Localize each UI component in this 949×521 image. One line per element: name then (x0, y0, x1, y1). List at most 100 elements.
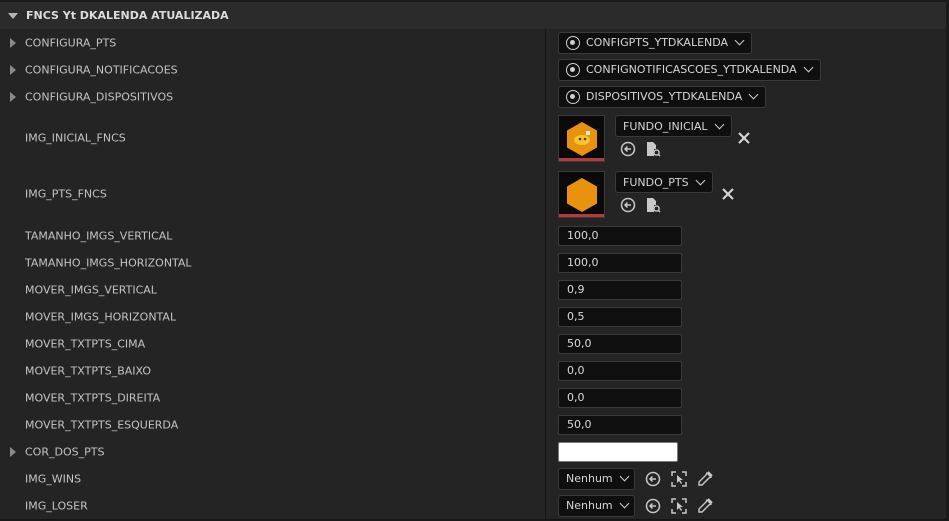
actor-combo-value: Nenhum (566, 472, 613, 485)
property-label: MOVER_TXTPTS_DIREITA (25, 391, 161, 404)
eyedropper-button[interactable] (696, 470, 714, 488)
actor-combo-value: Nenhum (566, 499, 613, 512)
property-row-mover-txtpts-direita: MOVER_TXTPTS_DIREITA 0,0 (0, 384, 946, 412)
browse-button[interactable] (644, 196, 662, 214)
asset-combo-value: CONFIGNOTIFICASCOES_YTDKALENDA (586, 63, 797, 76)
expand-arrow-icon[interactable] (10, 37, 16, 48)
actor-combo[interactable]: Nenhum (558, 494, 635, 517)
asset-icon (566, 35, 580, 50)
chevron-down-icon (748, 89, 759, 100)
use-selected-button[interactable] (619, 196, 637, 214)
chevron-down-icon (619, 471, 630, 482)
property-label: CONFIGURA_PTS (25, 36, 117, 49)
asset-icon (566, 89, 580, 104)
number-field[interactable]: 100,0 (558, 225, 682, 246)
property-label: MOVER_TXTPTS_ESQUERDA (25, 418, 179, 431)
property-label: MOVER_TXTPTS_CIMA (25, 337, 146, 350)
use-selected-icon (620, 141, 636, 157)
collapse-arrow-icon[interactable] (8, 12, 18, 19)
thumbnail-bar (559, 214, 604, 217)
property-label: CONFIGURA_NOTIFICACOES (25, 63, 178, 76)
property-row-mover-txtpts-baixo: MOVER_TXTPTS_BAIXO 0,0 (0, 357, 946, 385)
property-row-configura-pts: CONFIGURA_PTS CONFIGPTS_YTDKALENDA (0, 29, 946, 57)
property-row-tamanho-imgs-vertical: TAMANHO_IMGS_VERTICAL 100,0 (0, 222, 946, 250)
pick-actor-button[interactable] (670, 497, 688, 515)
property-label: MOVER_IMGS_VERTICAL (25, 283, 157, 296)
property-row-mover-txtpts-cima: MOVER_TXTPTS_CIMA 50,0 (0, 330, 946, 358)
chevron-down-icon (695, 175, 706, 185)
property-label: COR_DOS_PTS (25, 445, 105, 458)
number-field[interactable]: 0,0 (558, 360, 682, 381)
chevron-down-icon (734, 35, 745, 46)
number-field[interactable]: 0,5 (558, 306, 682, 327)
asset-combo[interactable]: DISPOSITIVOS_YTDKALENDA (558, 85, 767, 108)
texture-combo-value: FUNDO_PTS (623, 175, 689, 189)
section-header[interactable]: FNCS Yt DKALENDA ATUALIZADA (0, 2, 946, 30)
property-row-cor-dos-pts: COR_DOS_PTS (0, 438, 946, 466)
property-label: IMG_LOSER (25, 499, 88, 512)
use-selected-button[interactable] (644, 470, 662, 488)
property-label: CONFIGURA_DISPOSITIVOS (25, 90, 174, 103)
asset-combo-value: CONFIGPTS_YTDKALENDA (586, 36, 729, 49)
actor-combo[interactable]: Nenhum (558, 467, 635, 490)
eyedropper-icon (698, 498, 713, 513)
property-row-mover-imgs-horizontal: MOVER_IMGS_HORIZONTAL 0,5 (0, 303, 946, 331)
pick-actor-icon (671, 471, 687, 487)
asset-combo-value: DISPOSITIVOS_YTDKALENDA (586, 90, 743, 103)
property-row-img-wins: IMG_WINS Nenhum (0, 465, 946, 493)
expand-arrow-icon[interactable] (10, 446, 16, 457)
chevron-down-icon (803, 62, 814, 73)
use-selected-icon (645, 471, 661, 487)
close-icon[interactable] (721, 187, 735, 201)
number-field[interactable]: 0,9 (558, 279, 682, 300)
property-row-tamanho-imgs-horizontal: TAMANHO_IMGS_HORIZONTAL 100,0 (0, 249, 946, 277)
texture-combo[interactable]: FUNDO_INICIAL (615, 115, 732, 137)
image-thumbnail[interactable] (558, 115, 605, 162)
number-field[interactable]: 50,0 (558, 333, 682, 354)
property-label: TAMANHO_IMGS_HORIZONTAL (25, 256, 192, 269)
property-label: MOVER_IMGS_HORIZONTAL (25, 310, 177, 323)
property-label: TAMANHO_IMGS_VERTICAL (25, 229, 173, 242)
use-selected-button[interactable] (619, 140, 637, 158)
use-selected-button[interactable] (644, 497, 662, 515)
expand-arrow-icon[interactable] (10, 64, 16, 75)
property-row-mover-txtpts-esquerda: MOVER_TXTPTS_ESQUERDA 50,0 (0, 411, 946, 439)
image-thumbnail[interactable] (558, 171, 605, 218)
property-label: MOVER_TXTPTS_BAIXO (25, 364, 151, 377)
property-row-img-loser: IMG_LOSER Nenhum (0, 492, 946, 520)
color-swatch[interactable] (558, 441, 678, 462)
property-label: IMG_WINS (25, 472, 82, 485)
thumbnail-bar (559, 158, 604, 161)
browse-icon (647, 142, 661, 157)
pick-actor-button[interactable] (670, 470, 688, 488)
property-row-img-pts-fncs: IMG_PTS_FNCS FUNDO_PTS (0, 166, 946, 223)
asset-combo[interactable]: CONFIGNOTIFICASCOES_YTDKALENDA (558, 58, 821, 81)
property-label: IMG_INICIAL_FNCS (25, 131, 126, 145)
details-panel: FNCS Yt DKALENDA ATUALIZADA CONFIGURA_PT… (0, 0, 949, 521)
chevron-down-icon (619, 498, 630, 509)
hexagon-image-icon (567, 122, 597, 156)
property-row-configura-notificacoes: CONFIGURA_NOTIFICACOES CONFIGNOTIFICASCO… (0, 56, 946, 84)
texture-combo[interactable]: FUNDO_PTS (615, 171, 713, 193)
property-row-img-inicial-fncs: IMG_INICIAL_FNCS FUNDO_INICIAL (0, 110, 946, 167)
browse-icon (647, 198, 661, 213)
close-icon[interactable] (737, 131, 751, 145)
number-field[interactable]: 50,0 (558, 414, 682, 435)
number-field[interactable]: 100,0 (558, 252, 682, 273)
expand-arrow-icon[interactable] (10, 91, 16, 102)
section-title: FNCS Yt DKALENDA ATUALIZADA (26, 9, 229, 22)
texture-combo-value: FUNDO_INICIAL (623, 119, 708, 133)
use-selected-icon (645, 498, 661, 514)
asset-icon (566, 62, 580, 77)
number-field[interactable]: 0,0 (558, 387, 682, 408)
chevron-down-icon (714, 119, 724, 129)
property-label: IMG_PTS_FNCS (25, 187, 107, 201)
browse-button[interactable] (644, 140, 662, 158)
asset-combo[interactable]: CONFIGPTS_YTDKALENDA (558, 31, 753, 54)
eyedropper-icon (698, 471, 713, 486)
property-row-mover-imgs-vertical: MOVER_IMGS_VERTICAL 0,9 (0, 276, 946, 304)
use-selected-icon (620, 197, 636, 213)
pick-actor-icon (671, 498, 687, 514)
eyedropper-button[interactable] (696, 497, 714, 515)
property-row-configura-dispositivos: CONFIGURA_DISPOSITIVOS DISPOSITIVOS_YTDK… (0, 83, 946, 111)
